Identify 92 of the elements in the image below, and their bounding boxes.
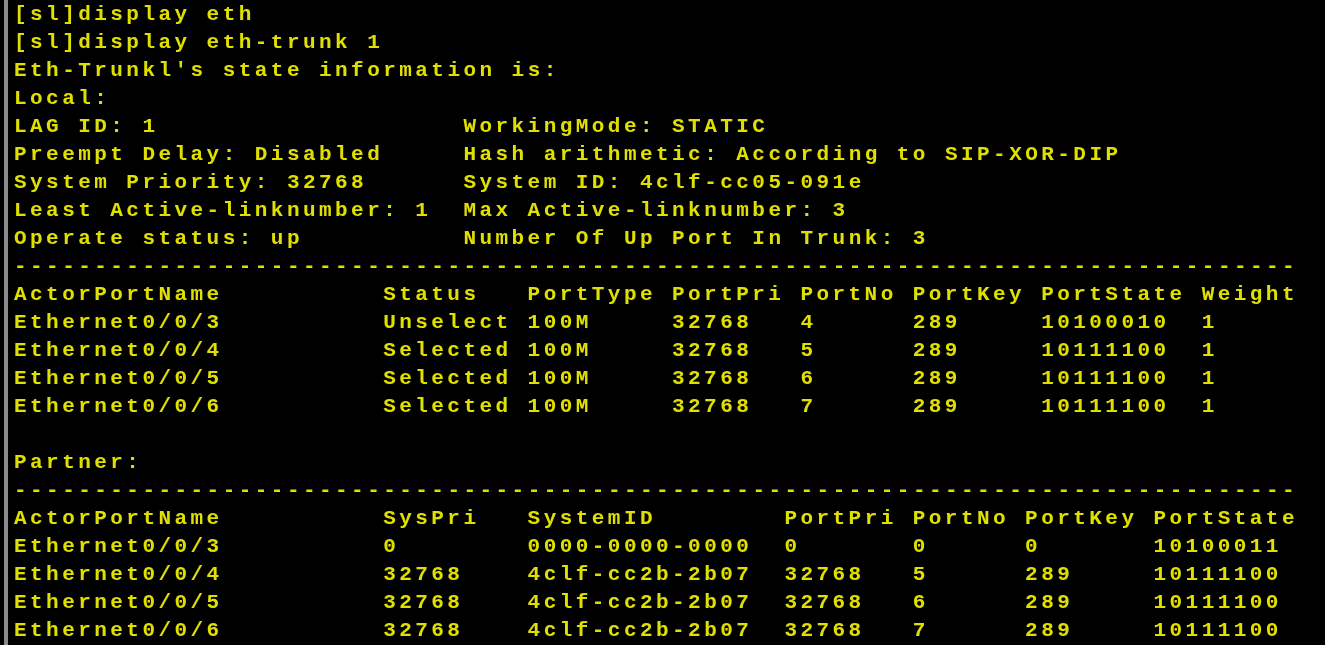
column-header: Status <box>383 283 481 305</box>
table-cell: 6 <box>912 590 929 614</box>
field-text: System Priority: 32768 <box>14 170 368 194</box>
terminal-line: Eth-Trunkl's state information is: <box>14 59 560 81</box>
table-cell: Ethernet0/0/4 <box>14 562 223 586</box>
column-header: PortKey <box>1025 507 1139 529</box>
column-header: SystemID <box>527 507 657 529</box>
table-cell: 10111100 <box>1153 618 1282 642</box>
table-cell: 10100011 <box>1153 534 1282 558</box>
table-cell: 1 <box>1201 394 1218 418</box>
table-cell: 0 <box>784 534 801 558</box>
table-cell: 32768 <box>784 590 865 614</box>
table-cell: 5 <box>800 338 817 362</box>
table-cell: 4 <box>800 310 817 334</box>
field-text: Number Of Up Port In Trunk: 3 <box>463 227 929 249</box>
table-cell: 289 <box>1025 590 1074 614</box>
column-header: PortType <box>527 283 657 305</box>
table-cell: 32768 <box>672 394 753 418</box>
table-cell: 7 <box>912 618 929 642</box>
field-text: Preempt Delay: Disabled <box>14 142 384 166</box>
table-cell: 289 <box>912 310 961 334</box>
table-cell: 32768 <box>784 562 865 586</box>
table-cell: 289 <box>912 366 961 390</box>
column-header: Weight <box>1201 283 1298 305</box>
table-cell: 289 <box>912 338 961 362</box>
field-text: System ID: 4clf-cc05-091e <box>463 171 865 193</box>
column-header: PortState <box>1041 283 1187 305</box>
table-cell: 1 <box>1201 366 1218 390</box>
table-cell: Ethernet0/0/4 <box>14 338 223 362</box>
table-cell: 289 <box>1025 618 1074 642</box>
table-cell: 289 <box>912 394 961 418</box>
column-header: PortState <box>1153 507 1298 529</box>
table-cell: 289 <box>1025 562 1074 586</box>
table-cell: 32768 <box>383 590 464 614</box>
table-cell: 10111100 <box>1041 366 1170 390</box>
column-header: PortPri <box>672 283 786 305</box>
table-cell: 0000-0000-0000 <box>527 534 753 558</box>
table-cell: Ethernet0/0/5 <box>14 590 223 614</box>
column-header: PortNo <box>912 507 1011 529</box>
table-cell: 0 <box>383 534 400 558</box>
table-cell: Selected <box>383 366 512 390</box>
table-cell: 10100010 <box>1041 310 1170 334</box>
table-cell: 10111100 <box>1041 394 1170 418</box>
table-cell: Ethernet0/0/3 <box>14 534 223 558</box>
table-cell: 100M <box>527 366 592 390</box>
table-cell: 100M <box>527 394 592 418</box>
table-cell: 100M <box>527 338 592 362</box>
table-cell: 10111100 <box>1153 590 1282 614</box>
column-header: ActorPortName <box>14 283 224 305</box>
table-cell: 32768 <box>672 366 753 390</box>
table-cell: 32768 <box>672 338 753 362</box>
separator-line: -------------------------------------------------------------------------------- <box>14 479 1299 501</box>
field-text: LAG ID: 1 <box>14 114 159 138</box>
table-cell: 32768 <box>672 310 753 334</box>
table-cell: 0 <box>912 534 929 558</box>
table-cell: 32768 <box>383 562 464 586</box>
table-cell: 6 <box>800 366 817 390</box>
field-text: Operate status: up <box>14 226 303 250</box>
terminal-line: [sl]display eth-trunk 1 <box>14 31 384 53</box>
table-cell: 32768 <box>383 618 464 642</box>
separator-line: -------------------------------------------------------------------------------- <box>14 255 1299 277</box>
terminal-line: Partner: <box>14 451 143 473</box>
table-cell: Unselect <box>383 310 512 334</box>
table-cell: 100M <box>527 310 592 334</box>
table-cell: 4clf-cc2b-2b07 <box>527 590 753 614</box>
table-cell: Selected <box>383 338 512 362</box>
table-cell: 1 <box>1201 338 1218 362</box>
column-header: PortNo <box>800 283 898 305</box>
column-header: PortKey <box>912 283 1027 305</box>
table-cell: 10111100 <box>1153 562 1282 586</box>
table-cell: 10111100 <box>1041 338 1170 362</box>
table-cell: 32768 <box>784 618 865 642</box>
table-cell: Ethernet0/0/3 <box>14 310 223 334</box>
table-cell: Ethernet0/0/6 <box>14 618 223 642</box>
column-header: SysPri <box>383 507 481 529</box>
table-cell: 7 <box>800 394 817 418</box>
table-cell: 1 <box>1201 310 1218 334</box>
table-cell: Ethernet0/0/5 <box>14 366 223 390</box>
field-text: WorkingMode: STATIC <box>463 115 769 137</box>
table-cell: 5 <box>912 562 929 586</box>
table-cell: Ethernet0/0/6 <box>14 394 223 418</box>
terminal-line: Local: <box>14 87 111 109</box>
table-cell: 4clf-cc2b-2b07 <box>527 618 753 642</box>
field-text: Hash arithmetic: According to SIP-XOR-DIP <box>463 143 1122 165</box>
column-header: ActorPortName <box>14 507 224 529</box>
table-cell: 0 <box>1025 534 1042 558</box>
table-cell: 4clf-cc2b-2b07 <box>527 562 753 586</box>
terminal-line: [sl]display eth <box>14 3 255 25</box>
column-header: PortPri <box>784 507 898 529</box>
field-text: Max Active-linknumber: 3 <box>463 199 849 221</box>
field-text: Least Active-linknumber: 1 <box>14 198 432 222</box>
table-cell: Selected <box>383 394 512 418</box>
